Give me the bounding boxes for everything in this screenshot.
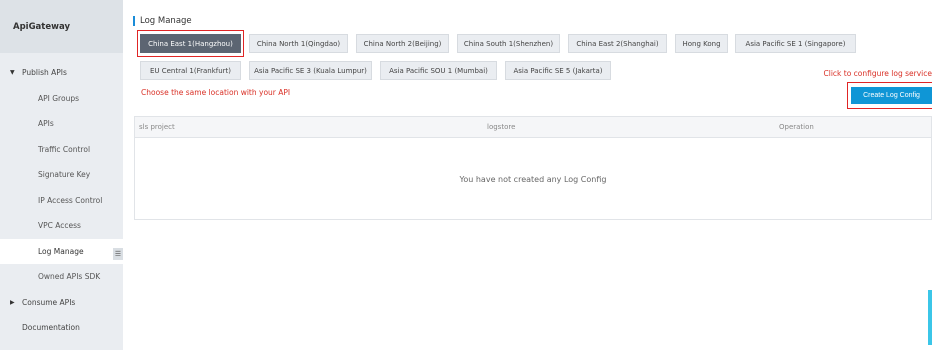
sidebar-item-ip-access-control[interactable]: IP Access Control [0,188,123,214]
create-button-highlight [847,82,932,109]
sidebar-collapse-icon[interactable]: ☰ [113,248,123,260]
main-content: Log Manage China East 1(Hangzhou) China … [123,0,932,350]
app-title: ApiGateway [0,0,123,53]
region-tab-hong-kong[interactable]: Hong Kong [675,34,728,53]
sidebar-item-log-manage[interactable]: Log Manage [0,238,123,264]
region-tab-singapore[interactable]: Asia Pacific SE 1 (Singapore) [735,34,856,53]
nav-section-publish-apis[interactable]: ▼ Publish APIs [0,60,123,86]
sidebar-item-apis[interactable]: APIs [0,111,123,137]
region-tab-shenzhen[interactable]: China South 1(Shenzhen) [457,34,560,53]
region-tab-jakarta[interactable]: Asia Pacific SE 5 (Jakarta) [505,61,611,80]
sidebar-item-documentation[interactable]: Documentation [0,315,123,341]
region-tab-qingdao[interactable]: China North 1(Qingdao) [249,34,348,53]
table-header: sls project logstore Operation [135,117,931,138]
empty-state-message: You have not created any Log Config [459,175,607,184]
selection-highlight [137,30,244,57]
region-tab-shanghai[interactable]: China East 2(Shanghai) [568,34,667,53]
nav-section-label: Consume APIs [22,297,76,307]
sidebar-item-vpc-access[interactable]: VPC Access [0,213,123,239]
region-tab-frankfurt[interactable]: EU Central 1(Frankfurt) [140,61,241,80]
caret-down-icon: ▼ [10,69,15,77]
region-tab-beijing[interactable]: China North 2(Beijing) [356,34,449,53]
sidebar-item-traffic-control[interactable]: Traffic Control [0,137,123,163]
nav-section-consume-apis[interactable]: ▶ Consume APIs [0,290,123,316]
sidebar-item-api-groups[interactable]: API Groups [0,86,123,112]
configure-hint: Click to configure log service [823,69,932,78]
nav-section-label: Publish APIs [22,68,67,78]
sidebar-item-signature-key[interactable]: Signature Key [0,162,123,188]
floating-widget-edge[interactable] [928,290,932,345]
region-tab-kuala-lumpur[interactable]: Asia Pacific SE 3 (Kuala Lumpur) [249,61,372,80]
sidebar-item-owned-apis-sdk[interactable]: Owned APIs SDK [0,264,123,290]
caret-right-icon: ▶ [10,298,15,306]
log-config-table: sls project logstore Operation You have … [134,116,932,220]
column-header-logstore: logstore [487,123,516,131]
region-tab-mumbai[interactable]: Asia Pacific SOU 1 (Mumbai) [380,61,497,80]
page-title: Log Manage [133,16,192,26]
location-hint: Choose the same location with your API [141,88,291,97]
sidebar: ApiGateway ▼ Publish APIs API Groups API… [0,0,123,350]
column-header-operation: Operation [779,123,814,131]
column-header-sls-project: sls project [139,123,175,131]
